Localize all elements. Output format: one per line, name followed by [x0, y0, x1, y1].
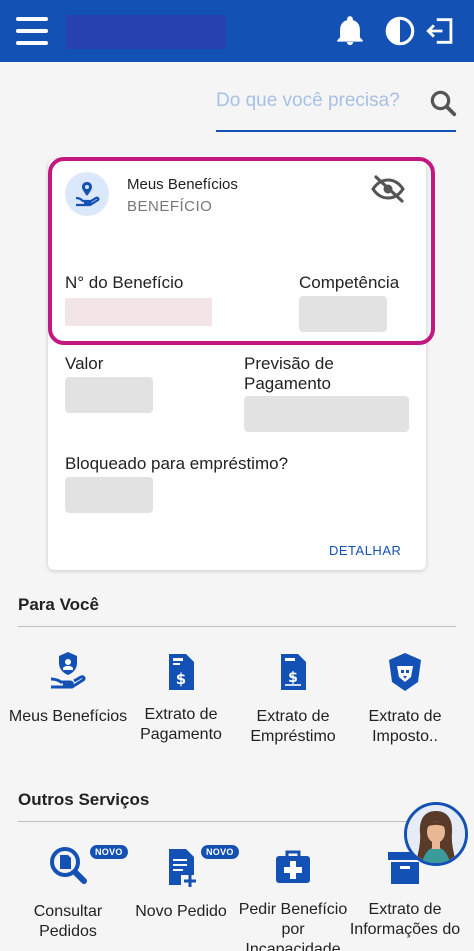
menu-icon[interactable]: [16, 17, 48, 45]
service-consultar-pedidos[interactable]: NOVO Consultar Pedidos: [8, 845, 128, 951]
svg-text:$: $: [288, 670, 298, 686]
payment-forecast-label: Previsão de Pagamento: [244, 354, 334, 393]
service-label: Extrato de Pagamento: [140, 706, 222, 743]
section-divider: [18, 626, 456, 627]
medical-kit-icon: [276, 850, 310, 883]
section-title-outros-servicos: Outros Serviços: [18, 790, 150, 809]
assistant-avatar[interactable]: [404, 802, 468, 866]
document-dollar-icon: $: [169, 654, 194, 690]
contrast-icon[interactable]: [383, 14, 417, 48]
payment-forecast-placeholder: [244, 396, 409, 432]
search-input[interactable]: Do que você precisa?: [216, 90, 400, 112]
service-pedir-beneficio-incapacidade[interactable]: Pedir Benefício por Incapacidade: [233, 845, 353, 951]
service-extrato-imposto[interactable]: Extrato de Imposto..: [345, 650, 465, 770]
search-underline: [216, 130, 456, 132]
service-novo-pedido[interactable]: NOVO Novo Pedido: [121, 845, 241, 951]
service-label: Pedir Benefício por Incapacidade: [238, 901, 348, 951]
value-placeholder: [65, 377, 153, 413]
highlight-frame: [48, 157, 435, 345]
app-bar: [0, 0, 474, 62]
bell-icon[interactable]: [333, 14, 367, 48]
document-dollar-icon: $: [281, 654, 306, 690]
svg-text:$: $: [176, 670, 186, 688]
service-extrato-pagamento[interactable]: $ Extrato de Pagamento: [121, 650, 241, 750]
loan-block-label: Bloqueado para empréstimo?: [65, 454, 289, 473]
service-label: Extrato de Empréstimo: [250, 708, 336, 745]
exit-icon[interactable]: [424, 14, 458, 48]
section-title-para-voce: Para Você: [18, 595, 99, 614]
redacted-brand: [66, 15, 226, 49]
service-meus-beneficios[interactable]: Meus Benefícios: [8, 650, 128, 750]
lion-badge-icon: [389, 653, 421, 691]
service-label: Extrato de Imposto..: [368, 708, 442, 745]
service-label: Extrato de Informações do: [349, 901, 461, 938]
search-document-icon: [50, 847, 87, 884]
service-label: Meus Benefícios: [8, 708, 128, 725]
hand-shield-icon: [50, 652, 86, 689]
details-link[interactable]: DETALHAR: [329, 543, 401, 558]
service-label: Novo Pedido: [135, 903, 227, 920]
value-label: Valor: [65, 354, 104, 373]
service-extrato-emprestimo[interactable]: $ Extrato de Empréstimo: [233, 650, 353, 750]
loan-block-placeholder: [65, 477, 153, 513]
section-divider: [18, 821, 456, 822]
service-label: Consultar Pedidos: [33, 903, 103, 940]
new-document-icon: [169, 849, 196, 887]
search-icon[interactable]: [428, 88, 458, 118]
